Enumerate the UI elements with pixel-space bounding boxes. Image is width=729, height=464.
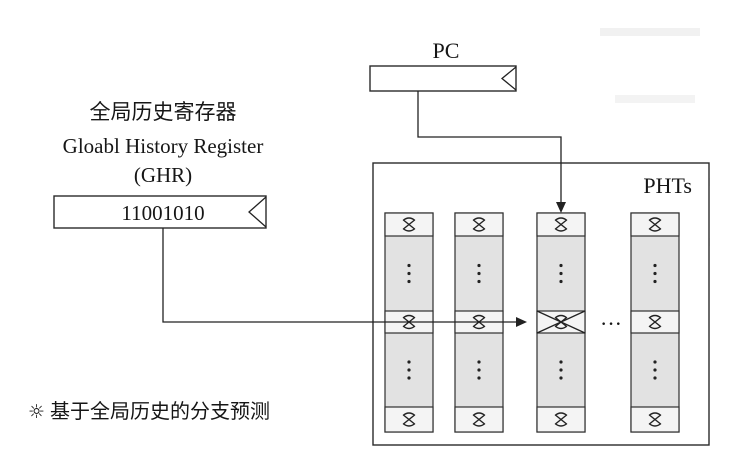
vertical-ellipsis-dot <box>559 271 563 276</box>
vertical-ellipsis-dot <box>653 279 657 284</box>
caption-symbol: ☼ <box>28 401 45 423</box>
pht-counter-cell <box>384 212 434 237</box>
ghr-label-abbr: (GHR) <box>134 163 192 187</box>
caption-text: 基于全局历史的分支预测 <box>50 399 270 423</box>
vertical-ellipsis-dot <box>559 360 563 364</box>
vertical-ellipsis-dot <box>407 263 411 268</box>
pc-label: PC <box>433 38 460 63</box>
vertical-ellipsis-dot <box>653 271 657 276</box>
pht-column <box>630 212 680 433</box>
vertical-ellipsis-dot <box>407 271 411 276</box>
pht-counter-cell <box>454 406 504 433</box>
vertical-ellipsis-dot <box>477 271 481 276</box>
vertical-ellipsis-dot <box>559 279 563 284</box>
vertical-ellipsis-dot <box>653 263 657 268</box>
pht-counter-cell <box>630 310 680 334</box>
pht-label: PHTs <box>643 173 692 198</box>
vertical-ellipsis-dot <box>407 376 411 380</box>
ghr-label-cn: 全局历史寄存器 <box>90 100 237 124</box>
vertical-ellipsis-dot <box>653 376 657 380</box>
pht-counter-cell <box>630 212 680 237</box>
vertical-ellipsis-dot <box>559 263 563 268</box>
pht-counter-cell <box>630 406 680 433</box>
vertical-ellipsis-dot <box>407 360 411 364</box>
ghr-value: 11001010 <box>121 201 204 225</box>
ghr-label-en: Gloabl History Register <box>63 134 264 158</box>
vertical-ellipsis-dot <box>477 279 481 284</box>
pht-counter-cell <box>536 212 586 237</box>
pht-counter-cell <box>384 406 434 433</box>
vertical-ellipsis-dot <box>653 360 657 364</box>
vertical-ellipsis-dot <box>477 263 481 268</box>
vertical-ellipsis-dot <box>477 376 481 380</box>
pht-ellipsis: ··· <box>600 311 622 336</box>
pht-counter-cell <box>454 212 504 237</box>
vertical-ellipsis-dot <box>477 368 481 372</box>
pht-counter-cell <box>536 406 586 433</box>
vertical-ellipsis-dot <box>407 368 411 372</box>
vertical-ellipsis-dot <box>653 368 657 372</box>
pc-register <box>369 65 517 92</box>
vertical-ellipsis-dot <box>559 368 563 372</box>
vertical-ellipsis-dot <box>477 360 481 364</box>
vertical-ellipsis-dot <box>407 279 411 284</box>
vertical-ellipsis-dot <box>559 376 563 380</box>
